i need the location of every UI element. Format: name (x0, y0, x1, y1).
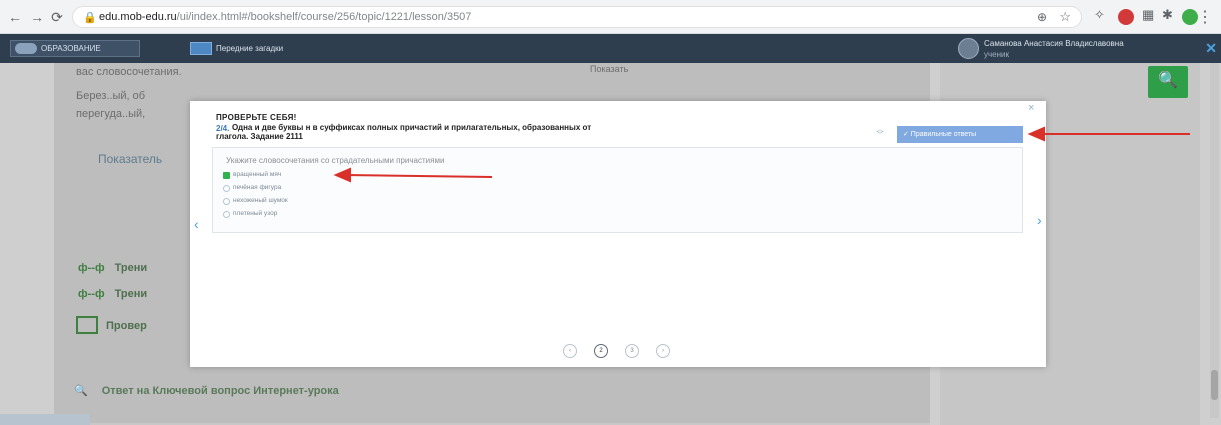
forward-button[interactable]: → (28, 8, 46, 26)
lesson-link[interactable]: Показатель (98, 152, 162, 166)
avatar (958, 38, 979, 59)
zoom-icon[interactable]: ⊕ (1037, 10, 1047, 24)
radio-selected[interactable] (223, 172, 230, 179)
logo-mark-icon (15, 43, 37, 54)
trainer-item[interactable]: ф--ф Трени (78, 288, 147, 300)
answer-option[interactable]: нехоженый шумок (223, 196, 288, 206)
header-tab[interactable]: Передние загадки (190, 41, 283, 56)
user-role: ученик (984, 50, 1010, 59)
adblock-extension-icon[interactable] (1118, 9, 1134, 25)
question-title: Одна и две буквы н в суффиксах полных пр… (232, 123, 592, 132)
correct-answers-button[interactable]: ✓ Правильные ответы (897, 126, 1023, 143)
search-icon: 🔍 (74, 385, 88, 397)
page-button[interactable]: 3 (625, 344, 639, 358)
close-icon[interactable]: ✕ (1205, 40, 1217, 57)
lesson-text-line: Берез..ый, об (76, 90, 146, 102)
lesson-text-line: перегуда..ый, (76, 108, 146, 120)
url-text[interactable]: edu.mob-edu.ru/ui/index.html#/bookshelf/… (99, 11, 471, 23)
page-prev-button[interactable]: ‹ (563, 344, 577, 358)
radio[interactable] (223, 198, 230, 205)
checklist-icon (76, 316, 98, 334)
answer-option[interactable]: плетеный узор (223, 209, 277, 219)
address-bar[interactable]: 🔒 edu.mob-edu.ru/ui/index.html#/bookshel… (72, 6, 1082, 28)
dumbbell-icon: ф--ф (78, 262, 105, 274)
answer-option[interactable]: вращенный мяч (223, 170, 281, 180)
footer-logo (0, 414, 90, 425)
browser-menu-icon[interactable]: ⋮ (1197, 7, 1213, 27)
modal-title: ПРОВЕРЬТЕ СЕБЯ! (216, 113, 297, 122)
extension-grid-icon[interactable]: ▦ (1142, 7, 1154, 23)
next-question-arrow[interactable]: › (1037, 212, 1042, 228)
lesson-text-line: вас словосочетания. (76, 66, 182, 78)
question-prompt: Укажите словосочетания со страдательными… (226, 156, 445, 165)
key-question-link[interactable]: 🔍 Ответ на Ключевой вопрос Интернет-урока (74, 384, 339, 397)
site-header: ОБРАЗОВАНИЕ Передние загадки Саманова Ан… (0, 34, 1221, 63)
book-icon (190, 42, 212, 55)
bookmark-star-icon[interactable]: ☆ (1059, 9, 1071, 25)
scrollbar-thumb[interactable] (1211, 370, 1218, 400)
previous-question-arrow[interactable]: ‹ (194, 216, 199, 232)
site-logo[interactable]: ОБРАЗОВАНИЕ (10, 40, 140, 57)
back-button[interactable]: ← (6, 8, 24, 26)
user-name: Саманова Анастасия Владиславовна (984, 39, 1124, 48)
answer-option[interactable]: печёная фигура (223, 183, 281, 193)
browser-toolbar: ← → ⟳ 🔒 edu.mob-edu.ru/ui/index.html#/bo… (0, 0, 1221, 34)
collapse-chevron-icon[interactable]: ︿ ﹀ (875, 126, 885, 141)
trainer-item[interactable]: ф--ф Трени (78, 262, 147, 274)
show-link[interactable]: Показать (590, 64, 628, 74)
question-subtitle: глагола. Задание 2111 (216, 132, 303, 141)
page-next-button[interactable]: › (656, 344, 670, 358)
user-profile[interactable]: Саманова Анастасия Владиславовна ученик (958, 38, 1198, 60)
extension-icon[interactable]: ✧ (1094, 7, 1105, 23)
search-button[interactable]: 🔍 (1148, 66, 1188, 98)
dumbbell-icon: ф--ф (78, 288, 105, 300)
scrollbar[interactable] (1210, 63, 1219, 418)
page-button-current[interactable]: 2 (594, 344, 608, 358)
search-icon: 🔍 (1158, 72, 1178, 89)
modal-close-button[interactable]: × (1028, 102, 1034, 114)
lock-icon[interactable]: 🔒 (83, 11, 97, 24)
radio[interactable] (223, 211, 230, 218)
reload-button[interactable]: ⟳ (48, 8, 66, 26)
radio[interactable] (223, 185, 230, 192)
self-check-link[interactable]: Провер (106, 320, 147, 332)
puzzle-icon[interactable]: ✱ (1162, 7, 1173, 23)
profile-avatar[interactable] (1182, 9, 1198, 25)
